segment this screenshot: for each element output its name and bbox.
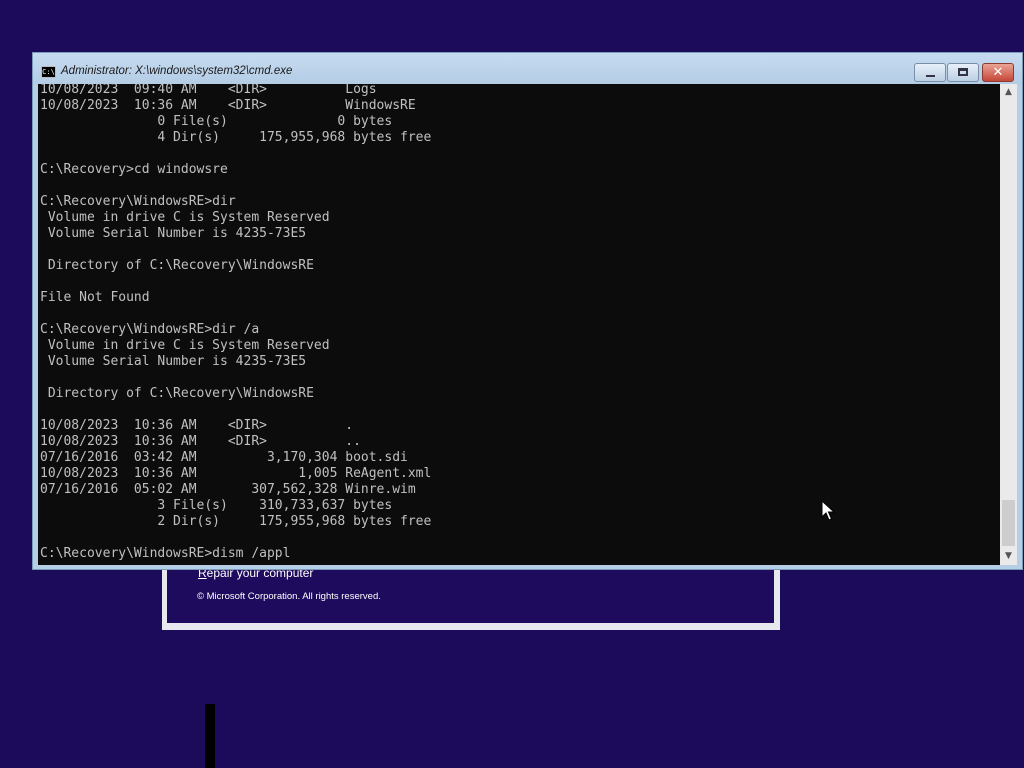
- console-line: 10/08/2023 10:36 AM <DIR> WindowsRE: [40, 98, 416, 113]
- vertical-scrollbar[interactable]: ▲ ▼: [1000, 84, 1017, 565]
- console-line: Volume Serial Number is 4235-73E5: [40, 226, 307, 241]
- console-line: 4 Dir(s) 175,955,968 bytes free: [40, 130, 432, 145]
- console-line: Directory of C:\Recovery\WindowsRE: [40, 258, 314, 273]
- cmd-icon[interactable]: C:\: [41, 66, 56, 78]
- console-line: C:\Recovery\WindowsRE>dir: [40, 194, 236, 209]
- scroll-down-icon[interactable]: ▼: [1000, 548, 1017, 565]
- console-line: C:\Recovery\WindowsRE>dism /appl: [40, 546, 291, 561]
- text-cursor-bar: [205, 704, 215, 768]
- console-line: C:\Recovery\WindowsRE>dir /a: [40, 322, 260, 337]
- console-line: 10/08/2023 10:36 AM <DIR> .: [40, 418, 354, 433]
- window-title: Administrator: X:\windows\system32\cmd.e…: [61, 65, 293, 77]
- maximize-icon: [958, 68, 968, 76]
- console-line: 3 File(s) 310,733,637 bytes: [40, 498, 393, 513]
- title-bar[interactable]: C:\ Administrator: X:\windows\system32\c…: [33, 53, 1022, 85]
- minimize-button[interactable]: [914, 63, 946, 82]
- console-line: 07/16/2016 05:02 AM 307,562,328 Winre.wi…: [40, 482, 416, 497]
- console-line: Volume Serial Number is 4235-73E5: [40, 354, 307, 369]
- cmd-window[interactable]: C:\ Administrator: X:\windows\system32\c…: [32, 52, 1023, 570]
- console-line: 07/16/2016 03:42 AM 3,170,304 boot.sdi: [40, 450, 408, 465]
- console-line: Volume in drive C is System Reserved: [40, 338, 330, 353]
- copyright-text: © Microsoft Corporation. All rights rese…: [197, 591, 381, 602]
- console-line: 10/08/2023 09:40 AM <DIR> Logs: [40, 84, 377, 97]
- console-line: Directory of C:\Recovery\WindowsRE: [40, 386, 314, 401]
- mouse-pointer-icon: [821, 499, 836, 527]
- console-line: 2 Dir(s) 175,955,968 bytes free: [40, 514, 432, 529]
- console-lines: 10/08/2023 09:40 AM <DIR> Logs 10/08/2023…: [40, 84, 431, 562]
- close-icon: ✕: [992, 65, 1004, 80]
- scroll-thumb[interactable]: [1002, 500, 1015, 546]
- console-line: Volume in drive C is System Reserved: [40, 210, 330, 225]
- maximize-button[interactable]: [947, 63, 979, 82]
- console-line: 10/08/2023 10:36 AM <DIR> ..: [40, 434, 361, 449]
- close-button[interactable]: ✕: [982, 63, 1014, 82]
- console-line: 0 File(s) 0 bytes: [40, 114, 393, 129]
- minimize-icon: [926, 75, 935, 77]
- console-line: 10/08/2023 10:36 AM 1,005 ReAgent.xml: [40, 466, 432, 481]
- console-line: C:\Recovery>cd windowsre: [40, 162, 228, 177]
- console-output[interactable]: 10/08/2023 09:40 AM <DIR> Logs 10/08/2023…: [38, 84, 1000, 565]
- scroll-up-icon[interactable]: ▲: [1000, 84, 1017, 101]
- console-line: File Not Found: [40, 290, 150, 305]
